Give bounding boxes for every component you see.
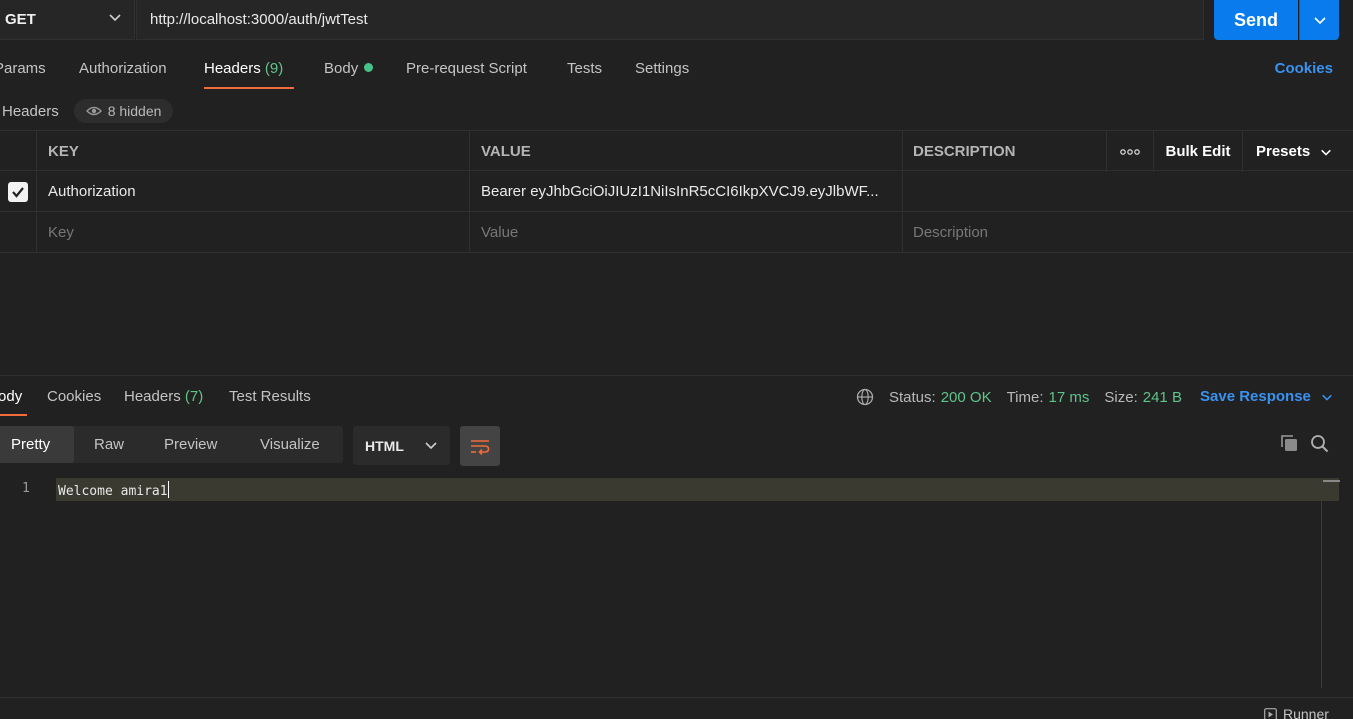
save-response-label: Save Response <box>1200 388 1311 405</box>
wrap-lines-icon <box>471 440 490 455</box>
view-mode-preview[interactable]: Preview <box>164 426 217 463</box>
response-tabs: Body Cookies Headers (7) Test Results St… <box>0 380 1353 420</box>
size-value[interactable]: 241 B <box>1143 389 1182 406</box>
view-mode-visualize[interactable]: Visualize <box>260 426 320 463</box>
tab-params[interactable]: Params <box>0 60 46 77</box>
tab-headers[interactable]: Headers (9) <box>204 60 283 77</box>
runner-label: Runner <box>1283 706 1329 719</box>
status-value[interactable]: 200 OK <box>941 389 992 406</box>
scrollbar-marker <box>1323 480 1340 482</box>
runner-button[interactable]: Runner <box>1264 706 1329 719</box>
column-header-value: VALUE <box>470 131 903 172</box>
eye-icon <box>85 106 102 116</box>
checkmark-icon <box>12 186 24 198</box>
response-meta: Status: 200 OK Time: 17 ms Size: 241 B <box>856 388 1197 406</box>
code-text: Welcome amira1 <box>58 484 168 499</box>
response-tab-cookies[interactable]: Cookies <box>47 388 101 405</box>
tab-prerequest-script[interactable]: Pre-request Script <box>406 60 527 77</box>
checkbox-checked <box>8 181 28 202</box>
view-mode-tabs: Pretty Raw Preview Visualize <box>0 426 343 463</box>
chevron-down-icon <box>1322 394 1332 401</box>
response-tab-headers[interactable]: Headers (7) <box>124 388 203 405</box>
send-button[interactable]: Send <box>1214 0 1298 40</box>
new-key-input[interactable]: Key <box>37 212 470 253</box>
text-caret <box>167 481 169 498</box>
view-mode-raw[interactable]: Raw <box>94 426 124 463</box>
editor-scrollbar[interactable] <box>1321 478 1340 688</box>
presets-label: Presets <box>1256 143 1311 160</box>
cookies-link[interactable]: Cookies <box>1275 60 1333 77</box>
size-label: Size: <box>1104 388 1138 406</box>
tab-tests[interactable]: Tests <box>567 60 602 77</box>
play-icon <box>1264 707 1277 719</box>
chevron-down-icon <box>425 442 437 450</box>
send-options-button[interactable] <box>1299 0 1339 40</box>
response-body-editor[interactable]: 1 Welcome amira1 <box>0 478 1353 688</box>
send-label: Send <box>1233 9 1278 30</box>
format-label: HTML <box>365 437 404 454</box>
method-label: GET <box>5 11 36 28</box>
save-response-button[interactable]: Save Response <box>1200 388 1333 405</box>
tab-settings[interactable]: Settings <box>635 60 689 77</box>
row-enable-checkbox[interactable] <box>0 171 37 212</box>
copy-icon[interactable] <box>1279 433 1299 453</box>
header-value-cell[interactable]: Bearer eyJhbGciOiJIUzI1NiIsInR5cCI6IkpXV… <box>470 171 903 212</box>
code-line[interactable]: Welcome amira1 <box>58 481 169 499</box>
status-bar: Runner <box>0 697 1353 719</box>
response-tab-test-results[interactable]: Test Results <box>229 388 311 405</box>
header-key-cell[interactable]: Authorization <box>37 171 470 212</box>
chevron-down-icon <box>1313 17 1326 25</box>
globe-icon[interactable] <box>856 388 874 406</box>
request-url-bar: GET http://localhost:3000/auth/jwtTest S… <box>0 0 1353 40</box>
tab-body[interactable]: Body <box>324 60 374 77</box>
url-text: http://localhost:3000/auth/jwtTest <box>150 11 368 28</box>
more-options-button[interactable] <box>1107 131 1154 172</box>
chevron-down-icon <box>109 14 121 22</box>
table-header-row: KEY VALUE DESCRIPTION Bulk Edit Presets <box>0 130 1353 172</box>
request-tabs: Params Authorization Headers (9) Body Pr… <box>0 52 1353 92</box>
new-value-input[interactable]: Value <box>470 212 903 253</box>
new-description-input[interactable]: Description <box>903 212 1353 253</box>
checkbox-column-header <box>0 131 37 172</box>
wrap-lines-button[interactable] <box>460 426 500 466</box>
bulk-edit-button[interactable]: Bulk Edit <box>1154 131 1243 172</box>
chevron-down-icon <box>1321 149 1332 156</box>
tab-authorization[interactable]: Authorization <box>79 60 167 77</box>
presets-dropdown[interactable]: Presets <box>1243 131 1353 172</box>
empty-checkbox-cell <box>0 212 37 253</box>
response-divider[interactable] <box>0 375 1353 376</box>
body-indicator-dot <box>364 63 374 72</box>
time-label: Time: <box>1006 388 1044 406</box>
method-select[interactable]: GET <box>0 0 135 40</box>
format-select[interactable]: HTML <box>353 426 450 465</box>
response-tab-headers-label: Headers <box>124 388 181 405</box>
table-row-empty: Key Value Description <box>0 212 1353 253</box>
column-header-key: KEY <box>37 131 470 172</box>
response-tab-body[interactable]: Body <box>0 388 22 405</box>
tab-body-label: Body <box>324 60 359 77</box>
status-label: Status: <box>889 388 936 406</box>
line-number: 1 <box>22 481 30 496</box>
response-headers-count: (7) <box>184 388 204 405</box>
more-horizontal-icon <box>1120 148 1140 155</box>
header-description-cell[interactable] <box>903 171 1353 212</box>
url-input[interactable]: http://localhost:3000/auth/jwtTest <box>136 0 1204 40</box>
current-line-highlight <box>56 478 1339 501</box>
table-row: Authorization Bearer eyJhbGciOiJIUzI1NiI… <box>0 171 1353 212</box>
headers-table: KEY VALUE DESCRIPTION Bulk Edit Presets … <box>0 130 1353 253</box>
active-response-tab-indicator <box>0 414 27 416</box>
active-tab-indicator <box>204 87 294 89</box>
hidden-headers-label: 8 hidden <box>107 103 162 119</box>
column-header-description: DESCRIPTION <box>903 131 1107 172</box>
headers-toolbar: Headers 8 hidden <box>0 98 174 124</box>
time-value[interactable]: 17 ms <box>1049 389 1090 406</box>
view-mode-pretty[interactable]: Pretty <box>0 426 74 463</box>
hidden-headers-toggle[interactable]: 8 hidden <box>73 99 174 123</box>
headers-section-title: Headers <box>2 102 59 120</box>
search-icon[interactable] <box>1310 434 1329 453</box>
tab-headers-label: Headers <box>204 60 261 77</box>
tab-headers-count: (9) <box>264 60 284 77</box>
